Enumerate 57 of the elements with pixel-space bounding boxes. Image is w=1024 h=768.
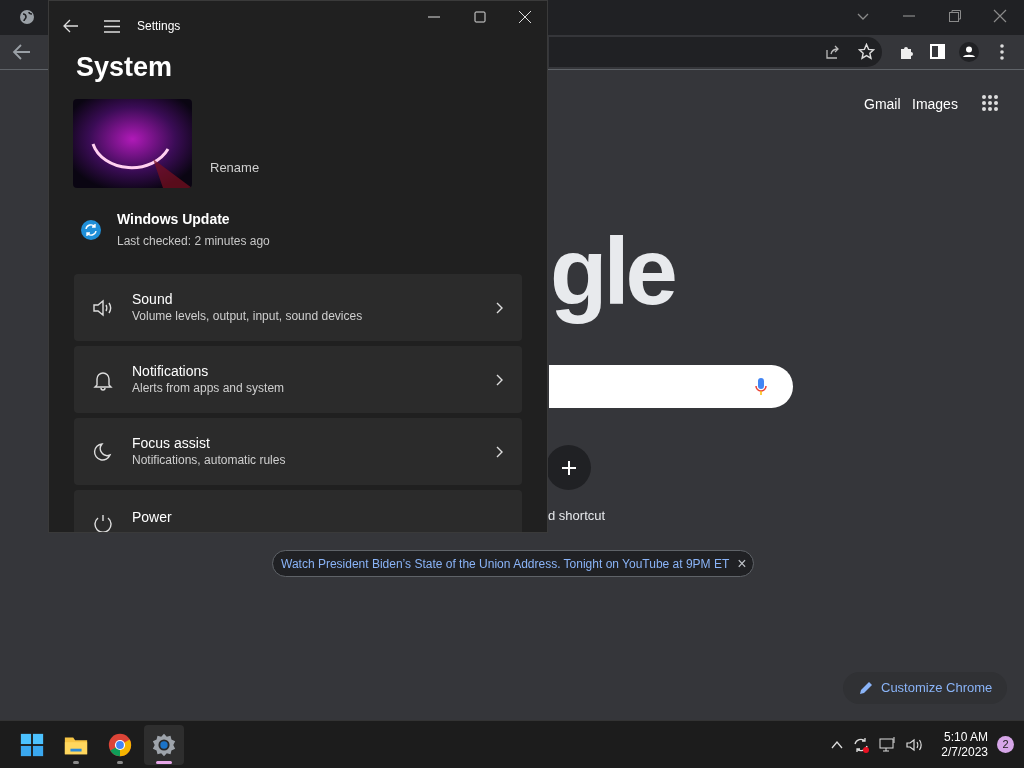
power-icon: [92, 512, 114, 532]
more-menu-icon: [998, 43, 1006, 61]
share-icon: [825, 44, 841, 60]
puzzle-icon: [898, 44, 914, 60]
pencil-icon: [859, 681, 873, 695]
settings-item[interactable]: Sound Volume levels, output, input, sound devices: [74, 274, 522, 341]
maximize-button[interactable]: [474, 10, 486, 24]
microphone-icon: [754, 377, 768, 397]
item-subtitle: Alerts from apps and system: [132, 380, 286, 397]
item-title: Focus assist: [132, 434, 211, 452]
network-icon: [879, 735, 898, 754]
update-title[interactable]: Windows Update: [117, 209, 270, 230]
menu-button[interactable]: [104, 19, 120, 33]
item-title: Power: [132, 508, 173, 526]
item-title: Notifications: [132, 362, 210, 380]
logo-text: gle: [550, 218, 676, 326]
page-heading: System: [75, 51, 174, 83]
apps-grid-icon: [981, 94, 999, 112]
plus-icon: [560, 459, 577, 476]
promo-banner[interactable]: Watch President Biden’s State of the Union Address. Tonight on YouTube at 9PM ET ×: [272, 550, 754, 577]
gear-icon: [151, 731, 177, 758]
customize-chrome-button[interactable]: Customize Chrome: [843, 672, 1007, 704]
settings-item[interactable]: Notifications Alerts from apps and system: [74, 346, 522, 413]
back-button[interactable]: [63, 19, 81, 33]
gmail-link[interactable]: Gmail: [864, 94, 901, 115]
update-icon: [80, 218, 102, 241]
search-field[interactable]: [549, 365, 793, 408]
window-title: Settings: [137, 18, 181, 35]
settings-item[interactable]: Power: [74, 490, 522, 532]
star-icon: [858, 43, 875, 60]
close-button[interactable]: ×: [737, 555, 747, 572]
moon-icon: [92, 440, 114, 463]
chevron-up-icon: [831, 739, 844, 750]
images-link[interactable]: Images: [912, 94, 958, 115]
chevron-right-icon: [496, 445, 504, 458]
taskbar-app[interactable]: [144, 724, 184, 765]
rename-link[interactable]: Rename: [210, 157, 260, 177]
settings-item[interactable]: Focus assist Notifications, automatic rules: [74, 418, 522, 485]
chrome-icon: [107, 731, 133, 758]
promo-text[interactable]: Watch President Biden’s State of the Union Address. Tonight on YouTube at 9PM ET: [281, 554, 730, 573]
profile-icon: [959, 42, 979, 62]
update-subtitle: Last checked: 2 minutes ago: [117, 233, 270, 250]
item-subtitle: Volume levels, output, input, sound devices: [132, 308, 364, 325]
windows-logo-icon: [19, 731, 45, 758]
sync-icon: [852, 735, 871, 754]
shortcut-label: d shortcut: [548, 507, 606, 525]
clock[interactable]: 5:10 AM 2/7/2023: [941, 729, 988, 760]
notification-badge[interactable]: 2: [997, 736, 1014, 753]
add-shortcut-button[interactable]: [546, 445, 591, 490]
item-subtitle: Notifications, automatic rules: [132, 452, 287, 469]
back-arrow-icon: [12, 43, 32, 61]
item-title: Sound: [132, 290, 174, 308]
chevron-right-icon: [496, 301, 504, 314]
restore-button[interactable]: [948, 8, 962, 24]
side-panel-icon: [930, 44, 945, 59]
globe-icon: [19, 9, 35, 25]
chevron-right-icon: [496, 373, 504, 386]
